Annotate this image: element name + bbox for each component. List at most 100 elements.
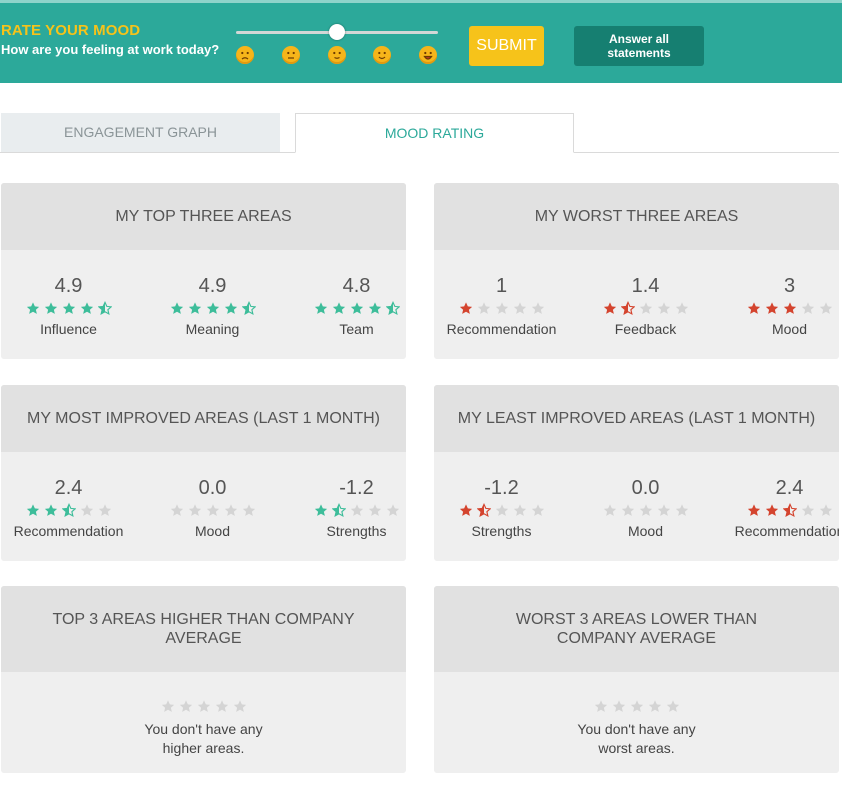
metric-meaning: 4.9 Meaning	[145, 250, 280, 337]
metric-label: Meaning	[185, 321, 240, 337]
metric-label: Strengths	[326, 523, 387, 539]
star-empty-icon	[368, 504, 381, 516]
metric-mood: 0.0 Mood	[145, 452, 280, 539]
star-empty-icon	[639, 302, 652, 314]
star-empty-icon	[179, 700, 192, 712]
metric-label: Recommendation	[734, 523, 839, 539]
star-empty-icon	[657, 302, 670, 314]
star-empty-icon	[801, 504, 814, 516]
metric-influence: 4.9 Influence	[1, 250, 136, 337]
card-title: MY LEAST IMPROVED AREAS (LAST 1 MONTH)	[434, 385, 839, 452]
metric-label: Mood	[194, 523, 231, 539]
metric-label: Feedback	[614, 321, 677, 337]
star-rating	[145, 503, 280, 521]
star-full-icon	[350, 302, 363, 314]
star-empty-icon	[612, 700, 625, 712]
frown-face-icon[interactable]	[236, 46, 254, 64]
star-full-icon	[26, 302, 39, 314]
star-rating	[434, 301, 569, 319]
star-empty-icon	[386, 504, 399, 516]
metric-team: 4.8 Team	[289, 250, 406, 337]
star-full-icon	[314, 504, 327, 516]
star-rating	[1, 301, 136, 319]
tab-engagement-graph[interactable]: ENGAGEMENT GRAPH	[1, 113, 280, 153]
metric-value: 2.4	[54, 477, 83, 499]
star-empty-icon	[594, 700, 607, 712]
star-empty-icon	[224, 504, 237, 516]
smile-face-icon[interactable]	[373, 46, 391, 64]
star-half-icon	[331, 503, 346, 518]
star-half-icon	[97, 301, 112, 316]
card-title: TOP 3 AREAS HIGHER THAN COMPANY AVERAGE	[1, 586, 406, 672]
metric-strengths: -1.2 Strengths	[289, 452, 406, 539]
metric-value: -1.2	[339, 477, 374, 499]
star-empty-icon	[819, 302, 832, 314]
star-rating	[722, 301, 839, 319]
star-empty-icon	[801, 302, 814, 314]
star-full-icon	[44, 302, 57, 314]
star-empty-icon	[630, 700, 643, 712]
metric-recommendation: 2.4 Recommendation	[1, 452, 136, 539]
answer-all-statements-button[interactable]: Answer all statements	[574, 26, 704, 66]
neutral-face-icon[interactable]	[282, 46, 300, 64]
metric-label: Mood	[627, 523, 664, 539]
card-worst-three-areas: MY WORST THREE AREAS 1 Recommendation 1.4 F…	[434, 183, 839, 359]
grin-face-icon[interactable]	[419, 46, 437, 64]
star-full-icon	[44, 504, 57, 516]
star-empty-icon	[639, 504, 652, 516]
card-top-three-areas: MY TOP THREE AREAS 4.9 Influence 4.9 Meanin…	[1, 183, 406, 359]
metric-label: Strengths	[471, 523, 532, 539]
star-full-icon	[62, 302, 75, 314]
metric-value: 4.9	[198, 275, 227, 297]
star-empty-icon	[80, 504, 93, 516]
mood-slider-thumb[interactable]	[329, 24, 345, 40]
star-rating	[578, 301, 713, 319]
metric-label: Influence	[40, 321, 97, 337]
star-rating	[1, 503, 136, 521]
card-most-improved-areas: MY MOST IMPROVED AREAS (LAST 1 MONTH) 2.…	[1, 385, 406, 561]
star-half-icon	[620, 301, 635, 316]
star-full-icon	[368, 302, 381, 314]
metric-mood: 3 Mood	[722, 250, 839, 337]
star-rating	[145, 301, 280, 319]
slight-smile-face-icon[interactable]	[328, 46, 346, 64]
star-full-icon	[747, 504, 760, 516]
star-full-icon	[332, 302, 345, 314]
star-empty-icon	[170, 504, 183, 516]
star-full-icon	[314, 302, 327, 314]
star-empty-icon	[98, 504, 111, 516]
empty-message: You don't have any higher areas.	[144, 721, 263, 756]
tab-mood-rating[interactable]: MOOD RATING	[295, 113, 574, 153]
star-rating	[434, 503, 569, 521]
star-half-icon	[61, 503, 76, 518]
card-title: MY MOST IMPROVED AREAS (LAST 1 MONTH)	[1, 385, 406, 452]
metric-value: 0.0	[631, 477, 660, 499]
star-empty-icon	[350, 504, 363, 516]
star-full-icon	[459, 302, 472, 314]
metric-label: Team	[339, 321, 374, 337]
star-full-icon	[747, 302, 760, 314]
star-empty-icon	[603, 504, 616, 516]
metric-recommendation: 1 Recommendation	[434, 250, 569, 337]
star-empty-icon	[675, 302, 688, 314]
star-rating	[289, 503, 406, 521]
card-title: MY WORST THREE AREAS	[434, 183, 839, 250]
mood-slider[interactable]	[236, 24, 438, 40]
empty-message: You don't have any worst areas.	[577, 721, 696, 756]
star-empty-icon	[657, 504, 670, 516]
star-empty-icon	[513, 302, 526, 314]
empty-star-rating	[1, 699, 406, 717]
star-empty-icon	[531, 504, 544, 516]
star-full-icon	[603, 302, 616, 314]
star-full-icon	[783, 302, 796, 314]
metric-value: 0.0	[198, 477, 227, 499]
submit-button[interactable]: SUBMIT	[469, 26, 544, 66]
star-full-icon	[170, 302, 183, 314]
metric-value: 4.9	[54, 275, 83, 297]
star-empty-icon	[242, 504, 255, 516]
star-empty-icon	[495, 302, 508, 314]
metric-value: 1	[495, 275, 508, 297]
metric-label: Recommendation	[13, 523, 124, 539]
metric-value: 1.4	[631, 275, 660, 297]
star-empty-icon	[621, 504, 634, 516]
